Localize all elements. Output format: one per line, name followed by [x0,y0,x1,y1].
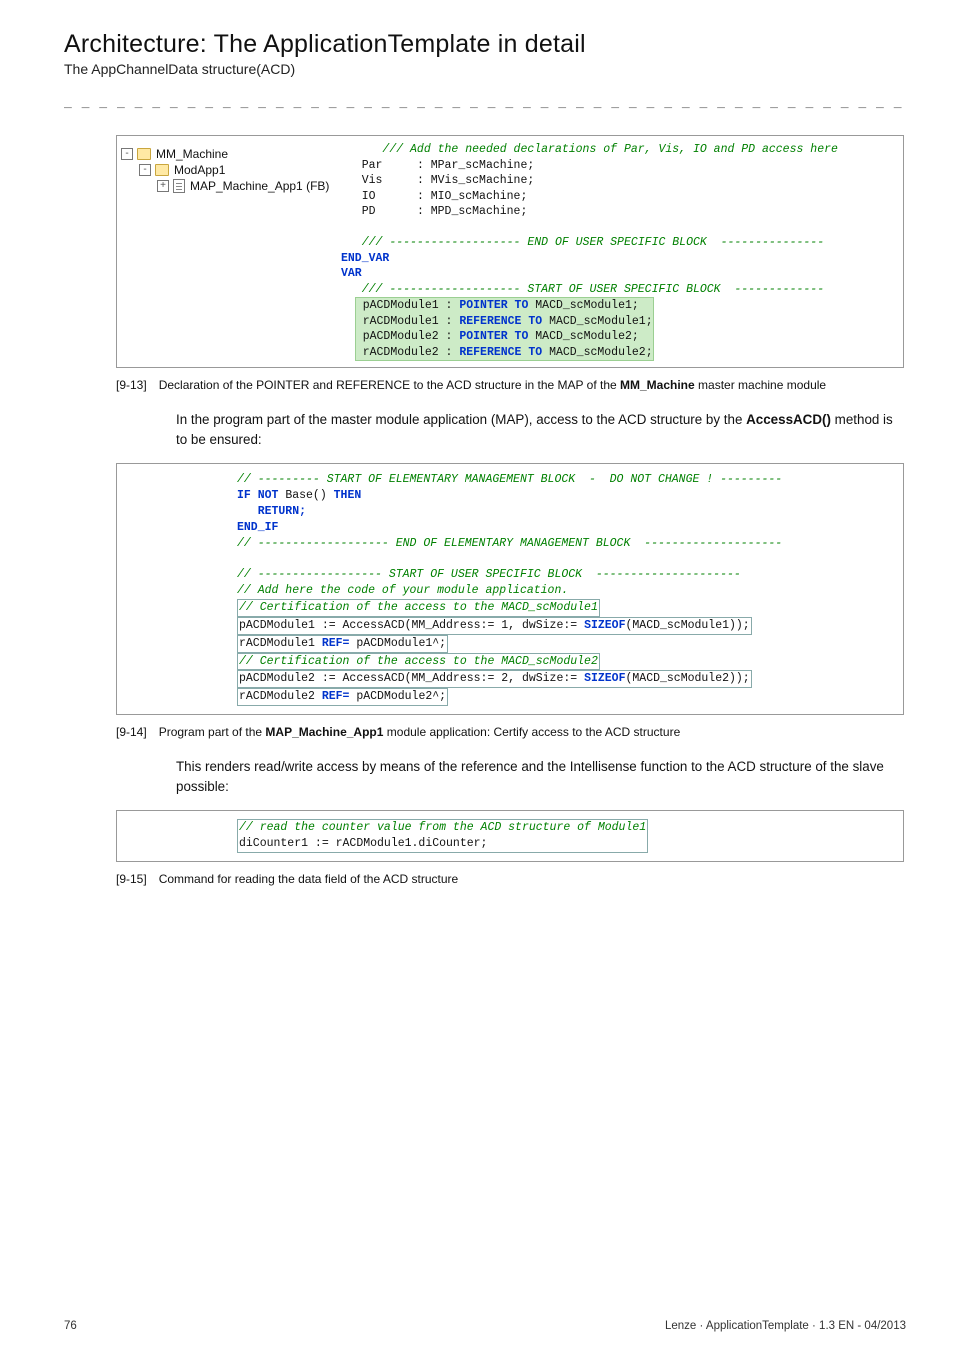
figure-9-14: // --------- START OF ELEMENTARY MANAGEM… [116,463,904,715]
code-keyword: RETURN; [237,505,306,518]
boxed-line: pACDModule1 := AccessACD(MM_Address:= 1,… [237,617,752,635]
expand-icon: + [157,180,169,192]
code-keyword: END_IF [237,521,278,534]
page-subtitle: The AppChannelData structure(ACD) [64,61,906,77]
code-comment: // --------- START OF ELEMENTARY MANAGEM… [237,473,782,486]
code-comment: /// ------------------- START OF USER SP… [362,283,824,296]
collapse-icon: - [121,148,133,160]
page-title: Architecture: The ApplicationTemplate in… [64,30,906,59]
tree-label: MM_Machine [156,147,228,161]
code-declarations: /// Add the needed declarations of Par, … [341,140,903,363]
code-keyword: THEN [334,489,362,502]
caption-text: Command for reading the data field of th… [159,872,459,886]
boxed-line: // Certification of the access to the MA… [237,599,600,617]
caption-tag: [9-14] [116,725,147,739]
folder-icon [155,164,169,176]
boxed-line: // read the counter value from the ACD s… [237,819,648,853]
code-comment: /// ------------------- END OF USER SPEC… [362,236,824,249]
tree-row: - MM_Machine [121,146,331,162]
code-keyword: VAR [341,267,362,280]
code-comment: // read the counter value from the ACD s… [239,821,646,834]
code-comment: // ------------------- END OF ELEMENTARY… [237,537,782,550]
code-comment: // Certification of the access to the MA… [239,601,598,614]
page-number: 76 [64,1320,77,1332]
caption-tag: [9-13] [116,378,147,392]
boxed-line: rACDModule1 REF= pACDModule1^; [237,635,448,653]
footer-info: Lenze · ApplicationTemplate · 1.3 EN - 0… [665,1320,906,1332]
boxed-line: pACDModule2 := AccessACD(MM_Address:= 2,… [237,670,752,688]
code-comment: // Certification of the access to the MA… [239,655,598,668]
boxed-line: rACDModule2 REF= pACDModule2^; [237,688,448,706]
paragraph: In the program part of the master module… [176,410,904,449]
code-comment: // ------------------ START OF USER SPEC… [237,568,741,581]
code-comment: // Add here the code of your module appl… [237,584,568,597]
page-footer: 76 Lenze · ApplicationTemplate · 1.3 EN … [0,1320,954,1332]
paragraph: This renders read/write access by means … [176,757,904,796]
code-keyword: END_VAR [341,252,389,265]
folder-icon [137,148,151,160]
code-keyword: IF NOT [237,489,278,502]
project-tree: - MM_Machine - ModApp1 + MAP_Machine_App… [121,140,331,363]
divider-dashes: _ _ _ _ _ _ _ _ _ _ _ _ _ _ _ _ _ _ _ _ … [64,95,906,109]
figure-9-13: - MM_Machine - ModApp1 + MAP_Machine_App… [116,135,904,368]
tree-label: ModApp1 [174,163,225,177]
tree-row: + MAP_Machine_App1 (FB) [121,178,331,194]
boxed-line: // Certification of the access to the MA… [237,653,600,671]
tree-row: - ModApp1 [121,162,331,178]
code-comment: /// Add the needed declarations of Par, … [341,143,838,156]
caption-tag: [9-15] [116,872,147,886]
caption-text: Declaration of the POINTER and REFERENCE… [159,378,826,392]
highlighted-block: pACDModule1 : POINTER TO MACD_scModule1;… [355,297,654,361]
file-icon [173,179,185,193]
figure-9-15: // read the counter value from the ACD s… [116,810,904,862]
caption-text: Program part of the MAP_Machine_App1 mod… [159,725,681,739]
tree-label: MAP_Machine_App1 (FB) [190,179,329,193]
collapse-icon: - [139,164,151,176]
